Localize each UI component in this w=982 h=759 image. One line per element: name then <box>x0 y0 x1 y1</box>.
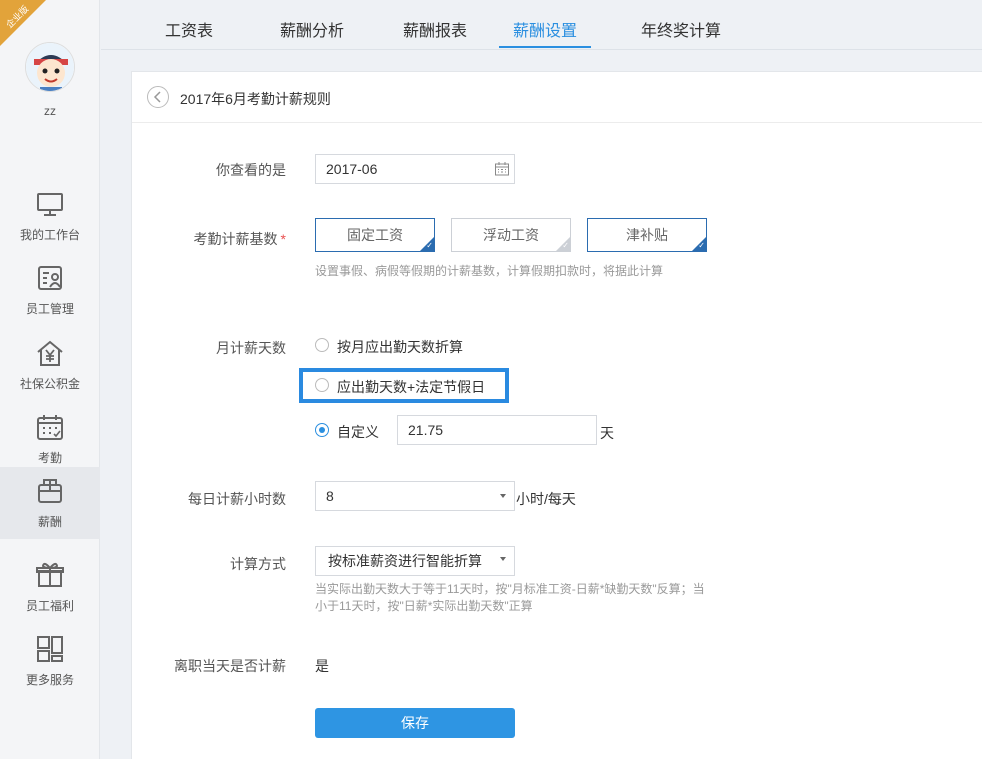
monthly-days-label: 月计薪天数 <box>216 340 286 356</box>
nav-item-social-insurance[interactable]: 社保公积金 <box>0 329 100 401</box>
sidebar: 企业版 zz 我的工作台 员工管理 社保公积金 考勤 薪酬 员工福利 更多服务 <box>0 0 100 759</box>
save-button[interactable]: 保存 <box>315 708 515 738</box>
check-icon: ✓ <box>562 241 569 250</box>
avatar[interactable] <box>25 42 75 92</box>
nav-item-attendance[interactable]: 考勤 <box>0 403 100 475</box>
nav-item-salary[interactable]: 薪酬 <box>0 467 100 539</box>
view-period-label: 你查看的是 <box>216 162 286 178</box>
base-option-allowance[interactable]: 津补贴 ✓ <box>587 218 707 252</box>
custom-days-value: 21.75 <box>408 422 444 438</box>
calendar-icon <box>495 162 509 176</box>
custom-days-unit: 天 <box>600 425 614 441</box>
salary-base-hint: 设置事假、病假等假期的计薪基数，计算假期扣款时，将据此计算 <box>315 264 664 278</box>
top-tab-bar: 工资表 薪酬分析 薪酬报表 薪酬设置 年终奖计算 <box>101 0 982 50</box>
page-title: 2017年6月考勤计薪规则 <box>180 91 331 107</box>
daily-hours-label: 每日计薪小时数 <box>188 491 286 507</box>
radio-custom[interactable]: 自定义 <box>315 421 395 441</box>
nav-label: 薪酬 <box>37 515 62 529</box>
radio-button[interactable] <box>315 378 329 392</box>
calc-method-select[interactable]: 按标准薪资进行智能折算 <box>315 546 515 576</box>
nav-label: 员工管理 <box>25 302 74 316</box>
monitor-icon <box>37 193 63 216</box>
cartoon-face-icon <box>26 43 74 91</box>
enterprise-badge-label: 企业版 <box>4 3 31 30</box>
radio-button[interactable] <box>315 423 329 437</box>
nav-label: 社保公积金 <box>19 377 80 391</box>
tab-salary-analysis[interactable]: 薪酬分析 <box>265 0 359 50</box>
nav-item-employees[interactable]: 员工管理 <box>0 254 100 326</box>
nav-label: 员工福利 <box>25 599 74 613</box>
employee-card-icon <box>38 266 62 290</box>
base-option-floating-salary[interactable]: 浮动工资 ✓ <box>451 218 571 252</box>
radio-label: 应出勤天数+法定节假日 <box>337 379 486 395</box>
chevron-down-icon <box>500 494 506 498</box>
nav-item-benefits[interactable]: 员工福利 <box>0 551 100 623</box>
salary-base-label-text: 考勤计薪基数 <box>193 231 278 247</box>
radio-attendance-plus-holidays[interactable]: 应出勤天数+法定节假日 <box>315 376 505 396</box>
month-picker[interactable]: 2017-06 <box>315 154 515 184</box>
base-option-fixed-salary[interactable]: 固定工资 ✓ <box>315 218 435 252</box>
check-icon: ✓ <box>698 241 705 250</box>
tab-salary-settings[interactable]: 薪酬设置 <box>499 0 591 50</box>
daily-hours-unit: 小时/每天 <box>516 491 576 507</box>
nav-item-workbench[interactable]: 我的工作台 <box>0 180 100 252</box>
nav-label: 考勤 <box>37 451 62 465</box>
base-option-label: 固定工资 <box>347 227 403 243</box>
salary-base-label: 考勤计薪基数 * <box>106 229 286 249</box>
leave-day-pay-value: 是 <box>315 658 329 674</box>
calc-method-hint-line1: 当实际出勤天数大于等于11天时，按"月标准工资-日薪*缺勤天数"反算；当 <box>315 582 705 596</box>
radio-button[interactable] <box>315 338 329 352</box>
base-option-label: 浮动工资 <box>483 227 539 243</box>
tab-salary-report[interactable]: 薪酬报表 <box>388 0 482 50</box>
calc-method-label: 计算方式 <box>230 556 286 572</box>
radio-label: 按月应出勤天数折算 <box>337 339 463 355</box>
tab-year-end-bonus[interactable]: 年终奖计算 <box>626 0 736 50</box>
custom-days-input[interactable]: 21.75 <box>397 415 597 445</box>
wallet-icon <box>38 479 62 503</box>
nav-label: 更多服务 <box>25 673 74 687</box>
nav-item-more-services[interactable]: 更多服务 <box>0 625 100 697</box>
daily-hours-value: 8 <box>326 488 334 504</box>
radio-monthly-attendance[interactable]: 按月应出勤天数折算 <box>315 336 515 356</box>
enterprise-badge: 企业版 <box>0 0 46 46</box>
panel-header: 2017年6月考勤计薪规则 <box>132 72 982 123</box>
user-name: zz <box>44 104 56 118</box>
radio-label: 自定义 <box>337 424 379 440</box>
check-icon: ✓ <box>426 241 433 250</box>
calc-method-value: 按标准薪资进行智能折算 <box>328 553 482 569</box>
tab-payroll[interactable]: 工资表 <box>151 0 227 50</box>
leave-day-pay-label: 离职当天是否计薪 <box>174 658 286 674</box>
daily-hours-select[interactable]: 8 <box>315 481 515 511</box>
back-button[interactable] <box>147 86 169 108</box>
month-picker-value: 2017-06 <box>326 161 378 177</box>
chevron-down-icon <box>500 557 506 561</box>
required-asterisk: * <box>280 231 286 247</box>
nav-label: 我的工作台 <box>19 228 80 242</box>
base-option-label: 津补贴 <box>626 227 668 243</box>
house-yen-icon <box>37 340 63 366</box>
calendar-icon <box>37 415 63 440</box>
calc-method-hint-line2: 小于11天时，按"日薪*实际出勤天数"正算 <box>315 599 533 613</box>
chevron-left-icon <box>153 91 161 103</box>
grid-icon <box>37 636 63 662</box>
gift-icon <box>36 562 64 587</box>
